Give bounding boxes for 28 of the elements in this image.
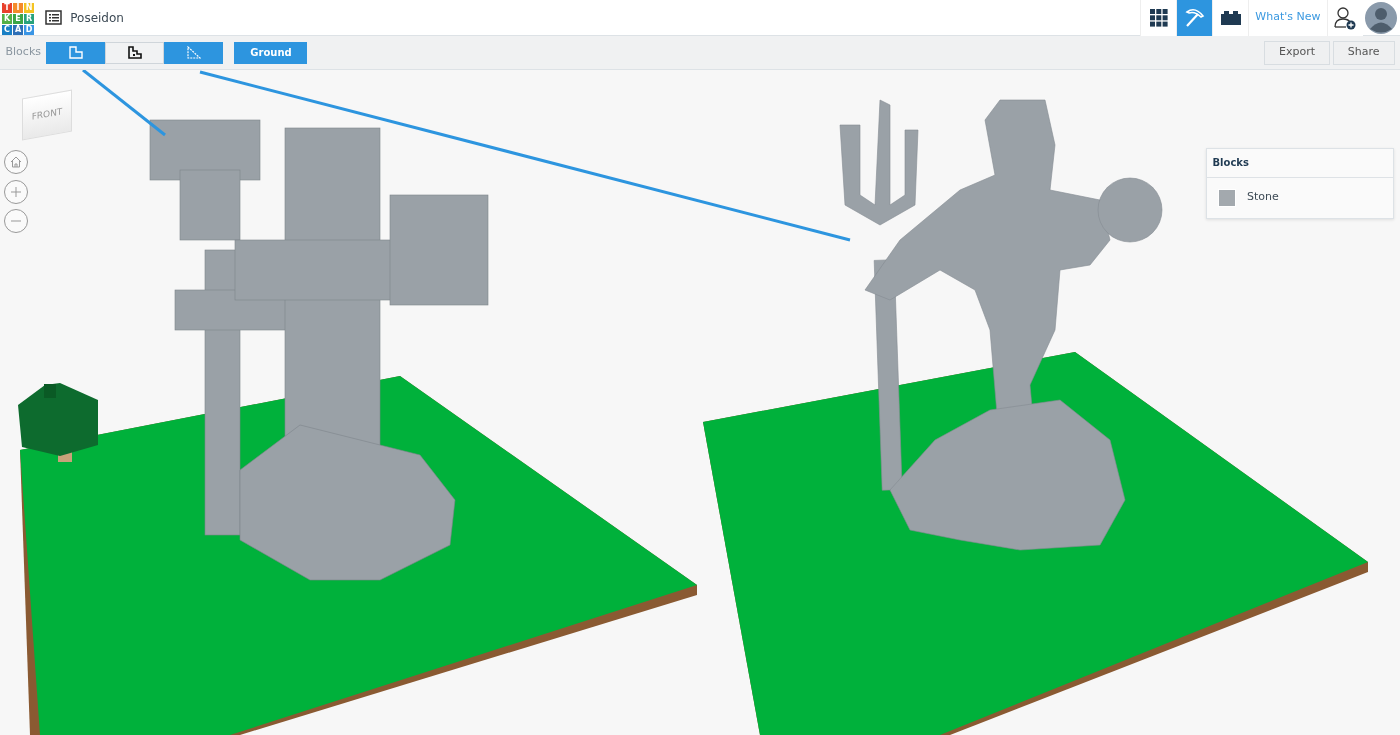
toolbar-label: Blocks <box>5 44 41 61</box>
ground-button[interactable]: Ground <box>234 41 308 64</box>
whats-new-link[interactable]: What's New <box>1248 0 1327 36</box>
block-swatch[interactable] <box>1218 188 1236 207</box>
slope-icon <box>187 46 201 59</box>
list-icon[interactable] <box>45 10 62 25</box>
view-cube[interactable]: FRONT <box>22 89 72 141</box>
grid-icon <box>1149 8 1168 27</box>
export-button[interactable]: Export <box>1264 40 1330 65</box>
logo[interactable]: T I N K E R C A D <box>2 2 34 35</box>
home-icon <box>10 156 22 168</box>
panel-title: Blocks <box>1212 156 1249 168</box>
cube-face-label: FRONT <box>31 105 63 124</box>
zoom-in-button[interactable] <box>4 179 28 204</box>
add-user-button[interactable] <box>1326 0 1363 36</box>
pickaxe-icon <box>1183 6 1206 29</box>
stairs-icon <box>128 46 142 59</box>
avatar-icon[interactable] <box>1365 1 1398 34</box>
share-button[interactable]: Share <box>1332 40 1395 65</box>
brick-icon <box>1220 10 1241 25</box>
view-tab[interactable] <box>1140 0 1177 36</box>
block-icon <box>69 46 83 59</box>
home-button[interactable] <box>4 150 28 174</box>
zoom-out-button[interactable] <box>4 209 28 233</box>
zoom-in-icon <box>10 186 22 197</box>
view-tab[interactable] <box>1212 0 1249 36</box>
project-title: Poseidon <box>70 9 124 27</box>
block-label: Stone <box>1247 189 1279 206</box>
